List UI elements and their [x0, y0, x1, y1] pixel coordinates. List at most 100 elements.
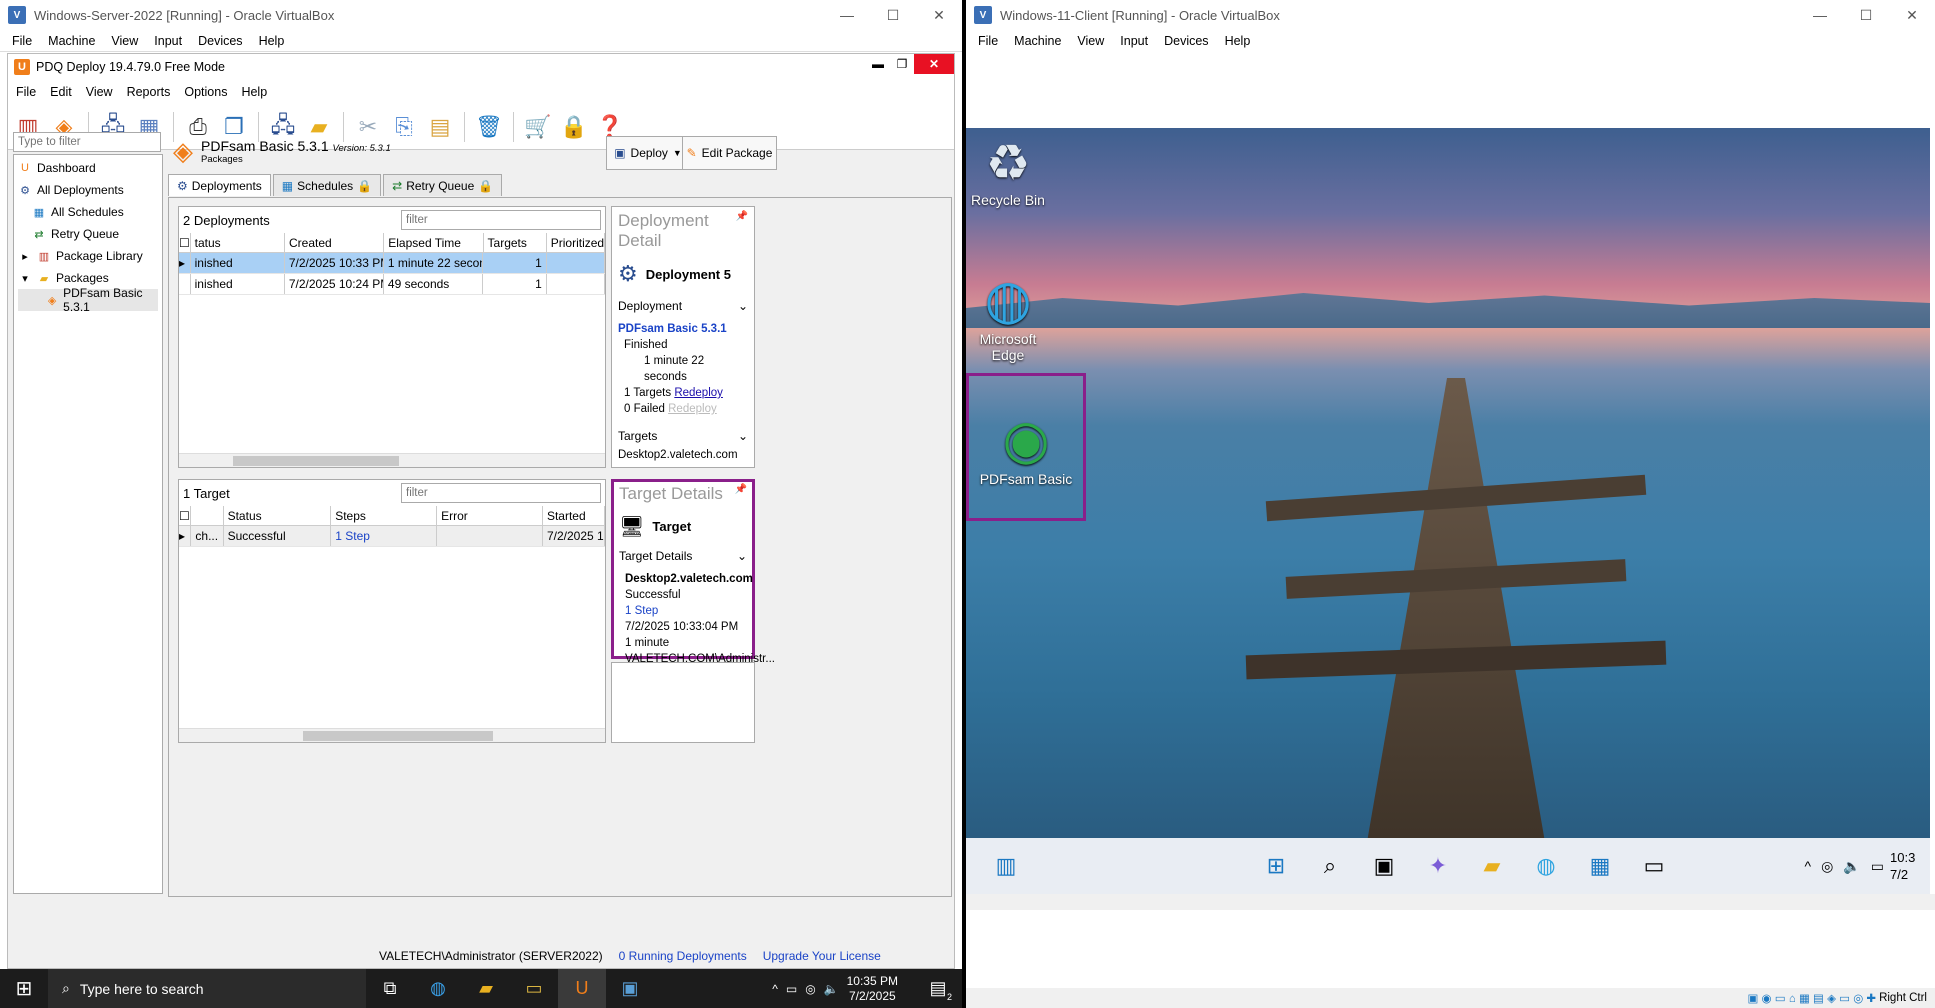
- tree-item-dashboard[interactable]: U Dashboard: [18, 157, 158, 179]
- row-expander-icon[interactable]: ▸: [179, 526, 192, 546]
- target-details-section-header[interactable]: Target Details ⌄: [619, 549, 747, 563]
- taskbar-clock[interactable]: 10:35 PM 7/2/2025: [847, 974, 898, 1004]
- terminal-icon[interactable]: ▭: [1634, 846, 1674, 886]
- tree-item-package-library[interactable]: ▸ ▥ Package Library: [18, 245, 158, 267]
- lock-refresh-icon[interactable]: 🔒: [558, 111, 590, 143]
- table-row[interactable]: ▸ ch... Successful 1 Step 7/2/2025 10:: [179, 526, 605, 547]
- notification-icon[interactable]: ▤ 2: [914, 969, 962, 1008]
- pin-icon[interactable]: 📌: [735, 484, 747, 504]
- tree-item-all-schedules[interactable]: ▦ All Schedules: [18, 201, 158, 223]
- chevron-up-icon[interactable]: ^: [772, 982, 778, 996]
- vm-clock[interactable]: 10:3 7/2: [1890, 849, 1930, 883]
- edge-icon[interactable]: ◍: [414, 969, 462, 1008]
- menu-help[interactable]: Help: [259, 34, 285, 48]
- file-explorer-icon[interactable]: ▰: [462, 969, 510, 1008]
- file-explorer-icon[interactable]: ▰: [1472, 846, 1512, 886]
- search-icon[interactable]: ⌕: [1310, 846, 1350, 886]
- sidebar-filter-input[interactable]: [13, 132, 161, 152]
- menu-view[interactable]: View: [111, 34, 138, 48]
- menu-input[interactable]: Input: [1120, 34, 1148, 48]
- maximize-button[interactable]: ☐: [870, 0, 916, 30]
- pdq-restore-button[interactable]: ❐: [890, 54, 914, 74]
- pdq-menu-help[interactable]: Help: [241, 85, 267, 99]
- pdq-taskbar-icon[interactable]: U: [558, 969, 606, 1008]
- menu-file[interactable]: File: [978, 34, 998, 48]
- cart-icon[interactable]: 🛒: [522, 111, 554, 143]
- close-button[interactable]: ✕: [916, 0, 962, 30]
- app-taskbar-icon[interactable]: ▣: [606, 969, 654, 1008]
- redeploy-link[interactable]: Redeploy: [674, 387, 723, 399]
- tab-retry-queue[interactable]: ⇄ Retry Queue 🔒: [383, 174, 503, 196]
- menu-devices[interactable]: Devices: [1164, 34, 1208, 48]
- tab-schedules[interactable]: ▦ Schedules 🔒: [272, 174, 382, 196]
- menu-machine[interactable]: Machine: [1014, 34, 1061, 48]
- tree-item-retry-queue[interactable]: ⇄ Retry Queue: [18, 223, 158, 245]
- desktop-icon-edge[interactable]: ◍ Microsoft Edge: [968, 268, 1048, 363]
- col-status[interactable]: tatus: [191, 233, 285, 252]
- paste-icon[interactable]: ▤: [424, 111, 456, 143]
- expand-icon[interactable]: ▸: [18, 249, 32, 263]
- widgets-icon[interactable]: ▥: [986, 846, 1026, 886]
- select-all-checkbox[interactable]: ☐: [179, 233, 191, 252]
- menu-help[interactable]: Help: [1225, 34, 1251, 48]
- network-tray-icon[interactable]: ▭: [786, 982, 797, 996]
- package-link[interactable]: PDFsam Basic 5.3.1: [618, 321, 748, 337]
- deployment-section-header[interactable]: Deployment ⌄: [618, 299, 748, 313]
- taskbar-search[interactable]: ⌕ Type here to search: [48, 969, 366, 1008]
- globe-icon[interactable]: ◎: [805, 982, 815, 996]
- col-started[interactable]: Started: [543, 506, 605, 525]
- col-created[interactable]: Created: [285, 233, 385, 252]
- volume-icon[interactable]: 🔈: [1843, 858, 1860, 875]
- col-elapsed[interactable]: Elapsed Time: [384, 233, 484, 252]
- menu-input[interactable]: Input: [154, 34, 182, 48]
- pdq-menu-edit[interactable]: Edit: [50, 85, 72, 99]
- server-manager-icon[interactable]: ▭: [510, 969, 558, 1008]
- target-step-link[interactable]: 1 Step: [625, 603, 747, 619]
- deploy-button[interactable]: ▣ Deploy ▼: [606, 136, 690, 170]
- maximize-button[interactable]: ☐: [1843, 0, 1889, 30]
- edit-package-button[interactable]: ✎ Edit Package: [682, 136, 777, 170]
- row-expander-icon[interactable]: ▸: [179, 253, 191, 273]
- pdq-menu-view[interactable]: View: [86, 85, 113, 99]
- pdq-menu-file[interactable]: File: [16, 85, 36, 99]
- desktop-icon-pdfsam[interactable]: ◉ PDFsam Basic: [966, 373, 1086, 521]
- copy-file-icon[interactable]: ⎘: [388, 111, 420, 143]
- pin-icon[interactable]: 📌: [736, 211, 748, 251]
- windows-start-icon[interactable]: ⊞: [1256, 846, 1296, 886]
- upgrade-license-link[interactable]: Upgrade Your License: [763, 949, 881, 963]
- table-row[interactable]: ▸ inished 7/2/2025 10:33 PM 1 minute 22 …: [179, 253, 606, 274]
- tree-item-pdfsam[interactable]: ◈ PDFsam Basic 5.3.1: [18, 286, 158, 314]
- store-icon[interactable]: ▦: [1580, 846, 1620, 886]
- pdq-close-button[interactable]: ✕: [914, 54, 954, 74]
- vm-horizontal-scrollbar[interactable]: [966, 894, 1935, 910]
- col-error[interactable]: Error: [437, 506, 543, 525]
- col-targets[interactable]: Targets: [484, 233, 547, 252]
- volume-icon[interactable]: 🔈: [824, 982, 839, 996]
- deployments-filter-input[interactable]: [401, 210, 601, 230]
- close-button[interactable]: ✕: [1889, 0, 1935, 30]
- tree-item-all-deployments[interactable]: ⚙ All Deployments: [18, 179, 158, 201]
- status-icons[interactable]: ▣ ◉ ▭ ⌂ ▦ ▤ ◈ ▭ ◎ ✚: [1747, 991, 1876, 1005]
- chevron-up-icon[interactable]: ^: [1805, 858, 1812, 875]
- task-view-icon[interactable]: ▣: [1364, 846, 1404, 886]
- minimize-button[interactable]: —: [824, 0, 870, 30]
- col-steps[interactable]: Steps: [331, 506, 438, 525]
- desktop-icon-recycle-bin[interactable]: ♻ Recycle Bin: [968, 134, 1048, 208]
- edge-icon[interactable]: ◍: [1526, 846, 1566, 886]
- collapse-icon[interactable]: ▾: [18, 271, 32, 285]
- table-row[interactable]: inished 7/2/2025 10:24 PM 49 seconds 1: [179, 274, 606, 295]
- horizontal-scrollbar[interactable]: [179, 453, 605, 467]
- pdq-minimize-button[interactable]: ▬: [866, 54, 890, 74]
- running-deployments-link[interactable]: 0 Running Deployments: [619, 949, 747, 963]
- pdq-menu-reports[interactable]: Reports: [127, 85, 171, 99]
- menu-devices[interactable]: Devices: [198, 34, 242, 48]
- col-status[interactable]: Status: [224, 506, 332, 525]
- task-view-icon[interactable]: ⧉: [366, 969, 414, 1008]
- targets-filter-input[interactable]: [401, 483, 601, 503]
- globe-icon[interactable]: ◎: [1821, 858, 1833, 875]
- windows-start-icon[interactable]: ⊞: [0, 969, 48, 1008]
- horizontal-scrollbar[interactable]: [179, 728, 605, 742]
- minimize-button[interactable]: —: [1797, 0, 1843, 30]
- pdq-menu-options[interactable]: Options: [184, 85, 227, 99]
- col-prioritized[interactable]: Prioritized: [547, 233, 606, 252]
